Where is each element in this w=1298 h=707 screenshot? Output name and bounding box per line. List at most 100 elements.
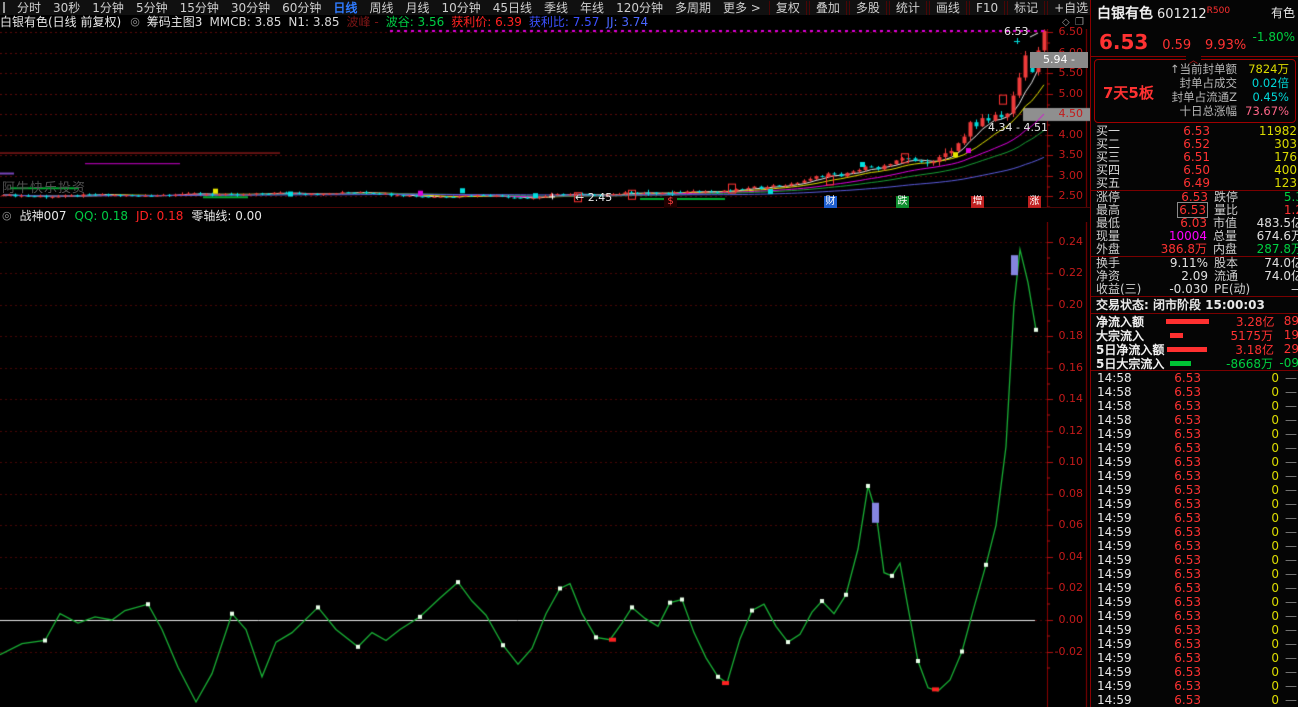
main-price-chart[interactable] xyxy=(0,29,1090,207)
title-seg-0: 战神007 xyxy=(20,209,67,223)
tick-row[interactable]: 14:596.530— xyxy=(1091,469,1298,483)
stat-value: 386.8万 xyxy=(1146,243,1207,256)
title-seg-0: 白银有色(日线 前复权) xyxy=(0,15,121,29)
menu-item-+自选[interactable]: +自选 xyxy=(1047,1,1095,15)
flow-pct: -09 xyxy=(1273,356,1298,370)
menu-item-画线[interactable]: 画线 xyxy=(929,1,967,15)
menu-item-叠加[interactable]: 叠加 xyxy=(809,1,847,15)
menu-item-年线[interactable]: 年线 xyxy=(574,1,610,15)
title-seg-6: 获利价: 6.39 xyxy=(451,15,522,29)
menu-item-5分钟[interactable]: 5分钟 xyxy=(130,1,174,15)
menu-item-60分钟[interactable]: 60分钟 xyxy=(276,1,327,15)
menu-item-F10[interactable]: F10 xyxy=(969,1,1005,15)
menu-item-120分钟[interactable]: 120分钟 xyxy=(610,1,669,15)
menu-item-分时[interactable]: 分时 xyxy=(11,1,47,15)
sector-change: -1.80% xyxy=(1253,30,1295,44)
period-menubar: 分时30秒1分钟5分钟15分钟30分钟60分钟日线周线月线10分钟45日线季线年… xyxy=(0,0,1090,16)
flow-value: -8668万 xyxy=(1203,355,1273,372)
stat-label: 外盘 xyxy=(1096,243,1146,256)
tick-price: 6.53 xyxy=(1141,679,1201,693)
tick-row[interactable]: 14:596.530— xyxy=(1091,623,1298,637)
event-marker-财[interactable]: 财 xyxy=(824,196,837,208)
indicator-icon[interactable]: ◎ xyxy=(130,15,140,29)
event-marker-增[interactable]: 增 xyxy=(971,196,984,208)
flow-label: 5日大宗流入 xyxy=(1096,355,1170,372)
sub-axis-label: 0.00 xyxy=(1047,614,1083,626)
event-marker-$[interactable]: $ xyxy=(664,196,677,208)
tick-row[interactable]: 14:596.530— xyxy=(1091,609,1298,623)
menu-item-1分钟[interactable]: 1分钟 xyxy=(86,1,130,15)
tick-row[interactable]: 14:596.530— xyxy=(1091,511,1298,525)
tick-price: 6.53 xyxy=(1141,525,1201,539)
tick-row[interactable]: 14:596.530— xyxy=(1091,581,1298,595)
menu-item-15分钟[interactable]: 15分钟 xyxy=(174,1,225,15)
title-seg-3: 零轴线: 0.00 xyxy=(191,209,262,223)
tick-volume: 0 xyxy=(1201,427,1279,441)
event-marker-涨[interactable]: 涨 xyxy=(1028,196,1041,208)
stat-label: 内盘 xyxy=(1213,243,1257,256)
bid-queue: 买一6.5311982买二6.52303买三6.51176买四6.50400买五… xyxy=(1091,124,1298,191)
trade-status: 交易状态: 闭市阶段 15:00:03 xyxy=(1091,296,1298,314)
tick-volume: 0 xyxy=(1201,371,1279,385)
support-zone-label: 4.34 - 4.51 xyxy=(988,121,1048,134)
tick-volume: 0 xyxy=(1201,385,1279,399)
menu-item-月线[interactable]: 月线 xyxy=(399,1,435,15)
high-price-label: 6.53 xyxy=(1004,25,1029,38)
window-icon[interactable] xyxy=(3,2,5,13)
tick-row[interactable]: 14:596.530— xyxy=(1091,427,1298,441)
tick-row[interactable]: 14:596.530— xyxy=(1091,455,1298,469)
tick-row[interactable]: 14:596.530— xyxy=(1091,497,1298,511)
tick-row[interactable]: 14:596.530— xyxy=(1091,567,1298,581)
main-axis-label: 5.00 xyxy=(1047,88,1083,100)
menu-item-30秒[interactable]: 30秒 xyxy=(47,1,86,15)
tick-time: 14:59 xyxy=(1097,595,1141,609)
tick-row[interactable]: 14:596.530— xyxy=(1091,483,1298,497)
main-axis-label: 3.00 xyxy=(1047,170,1083,182)
tick-row[interactable]: 14:586.530— xyxy=(1091,385,1298,399)
title-seg-4: 波峰 - xyxy=(347,15,379,29)
menu-item-多股[interactable]: 多股 xyxy=(849,1,887,15)
tick-time: 14:59 xyxy=(1097,539,1141,553)
tick-row[interactable]: 14:586.530— xyxy=(1091,371,1298,385)
sub-axis-label: 0.24 xyxy=(1047,236,1083,248)
seal-stats: ↑当前封单额7824万封单占成交0.02倍封单占流通Z0.45%十日总涨幅73.… xyxy=(1170,62,1289,118)
menu-item-日线[interactable]: 日线 xyxy=(327,1,363,15)
menu-item-统计[interactable]: 统计 xyxy=(889,1,927,15)
tick-volume: 0 xyxy=(1201,525,1279,539)
menu-item-周线[interactable]: 周线 xyxy=(363,1,399,15)
indicator-icon[interactable]: ◎ xyxy=(2,209,12,223)
menu-item-标记[interactable]: 标记 xyxy=(1007,1,1045,15)
tick-price: 6.53 xyxy=(1141,427,1201,441)
tick-row[interactable]: 14:596.530— xyxy=(1091,595,1298,609)
tick-row[interactable]: 14:596.530— xyxy=(1091,637,1298,651)
menu-item-45日线[interactable]: 45日线 xyxy=(487,1,538,15)
seal-stat-value: 7824万 xyxy=(1237,62,1289,76)
tick-volume: 0 xyxy=(1201,399,1279,413)
bid-row-买五[interactable]: 买五6.49123 xyxy=(1091,177,1298,190)
tick-time: 14:59 xyxy=(1097,665,1141,679)
tick-row[interactable]: 14:596.530— xyxy=(1091,441,1298,455)
tick-row[interactable]: 14:586.530— xyxy=(1091,399,1298,413)
menu-item-30分钟[interactable]: 30分钟 xyxy=(225,1,276,15)
menu-item-复权[interactable]: 复权 xyxy=(769,1,807,15)
menu-item-10分钟[interactable]: 10分钟 xyxy=(435,1,486,15)
tick-time: 14:59 xyxy=(1097,553,1141,567)
tick-row[interactable]: 14:596.530— xyxy=(1091,665,1298,679)
flow-pct: 29 xyxy=(1274,342,1298,356)
tick-row[interactable]: 14:596.530— xyxy=(1091,553,1298,567)
oscillator-chart[interactable] xyxy=(0,222,1090,707)
tick-row[interactable]: 14:596.530— xyxy=(1091,525,1298,539)
tick-row[interactable]: 14:586.530— xyxy=(1091,413,1298,427)
watermark: 阿牛快乐投资 xyxy=(2,182,86,195)
tick-row[interactable]: 14:596.530— xyxy=(1091,539,1298,553)
menu-item-季线[interactable]: 季线 xyxy=(538,1,574,15)
sector-block[interactable]: 有色 -1.80% xyxy=(1253,4,1295,44)
tick-row[interactable]: 14:596.530— xyxy=(1091,693,1298,707)
menu-item-更多 >[interactable]: 更多 > xyxy=(717,1,767,15)
event-marker-跌[interactable]: 跌 xyxy=(896,196,909,208)
seal-stat-row: 封单占流通Z0.45% xyxy=(1170,90,1289,104)
sub-axis-label: 0.06 xyxy=(1047,519,1083,531)
tick-row[interactable]: 14:596.530— xyxy=(1091,651,1298,665)
tick-row[interactable]: 14:596.530— xyxy=(1091,679,1298,693)
menu-item-多周期[interactable]: 多周期 xyxy=(669,1,717,15)
